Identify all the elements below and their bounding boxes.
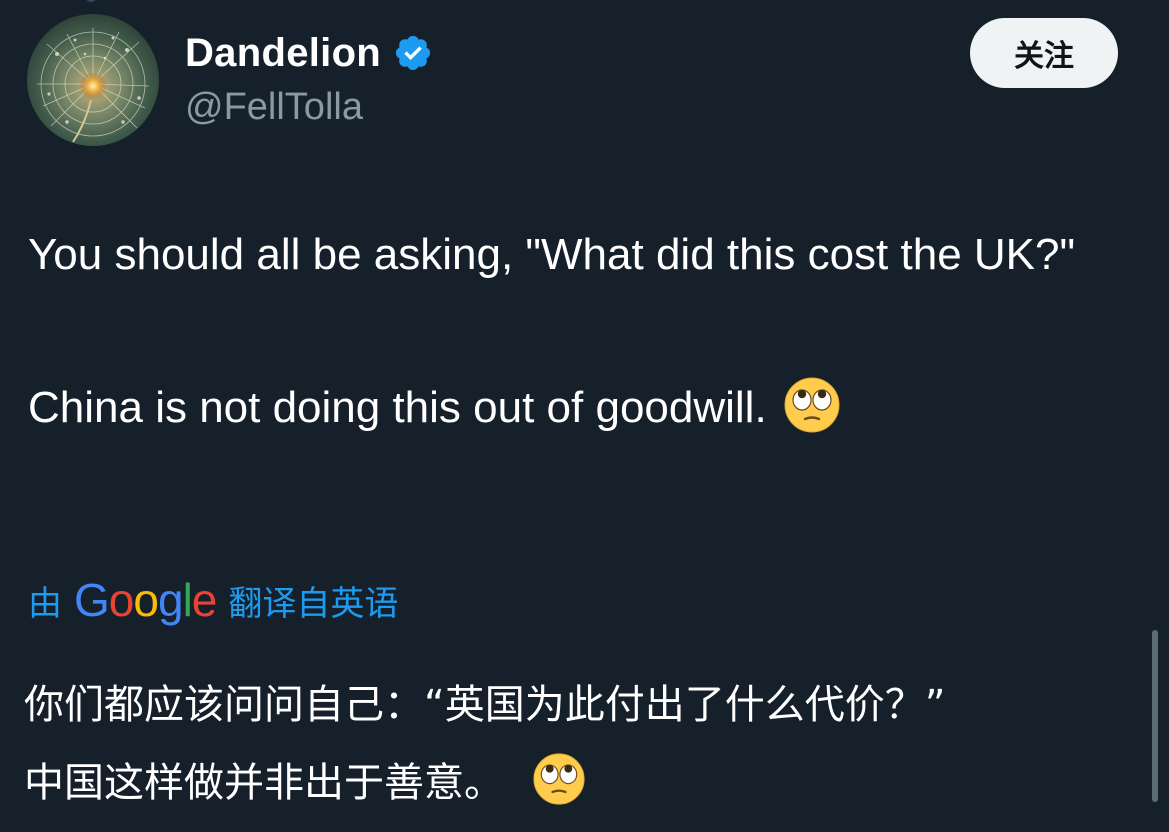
rolling-eyes-emoji-icon bbox=[783, 376, 841, 434]
translation-prefix: 由 bbox=[28, 583, 62, 624]
translated-line-2-text: 中国这样做并非出于善意。 bbox=[24, 760, 504, 806]
google-letter: o bbox=[108, 574, 135, 626]
display-name[interactable]: Dandelion bbox=[185, 31, 381, 76]
tweet-paragraph-1: You should all be asking, "What did this… bbox=[28, 230, 1076, 279]
translation-attribution[interactable]: 由 Google 翻译自英语 bbox=[28, 570, 398, 630]
google-letter: e bbox=[191, 574, 218, 626]
rolling-eyes-emoji-icon bbox=[532, 752, 586, 806]
follow-button[interactable]: 关注 bbox=[970, 18, 1118, 88]
google-letter: G bbox=[74, 574, 110, 626]
user-handle[interactable]: @FellTolla bbox=[185, 86, 363, 129]
tweet-paragraph-2-text: China is not doing this out of goodwill. bbox=[28, 383, 767, 432]
translated-line-1: 你们都应该问问自己：“英国为此付出了什么代价？” bbox=[24, 682, 946, 728]
dandelion-avatar-icon bbox=[27, 14, 159, 146]
verified-badge-icon bbox=[393, 33, 433, 73]
tweet-paragraph-2: China is not doing this out of goodwill. bbox=[28, 376, 1138, 439]
translation-suffix: 翻译自英语 bbox=[228, 583, 399, 624]
avatar[interactable] bbox=[27, 14, 159, 146]
translated-line-2: 中国这样做并非出于善意。 bbox=[24, 744, 1144, 822]
google-letter: l bbox=[182, 574, 193, 626]
scrollbar[interactable] bbox=[1152, 630, 1158, 802]
display-name-row: Dandelion bbox=[185, 30, 433, 76]
translated-text: 你们都应该问问自己：“英国为此付出了什么代价？” 中国这样做并非出于善意。 bbox=[24, 666, 1144, 822]
google-letter: g bbox=[157, 574, 184, 626]
tweet-header: Dandelion @FellTolla 关注 bbox=[0, 0, 1169, 160]
google-logo: Google bbox=[74, 573, 218, 627]
tweet-text: You should all be asking, "What did this… bbox=[28, 223, 1138, 439]
google-letter: o bbox=[133, 574, 159, 626]
